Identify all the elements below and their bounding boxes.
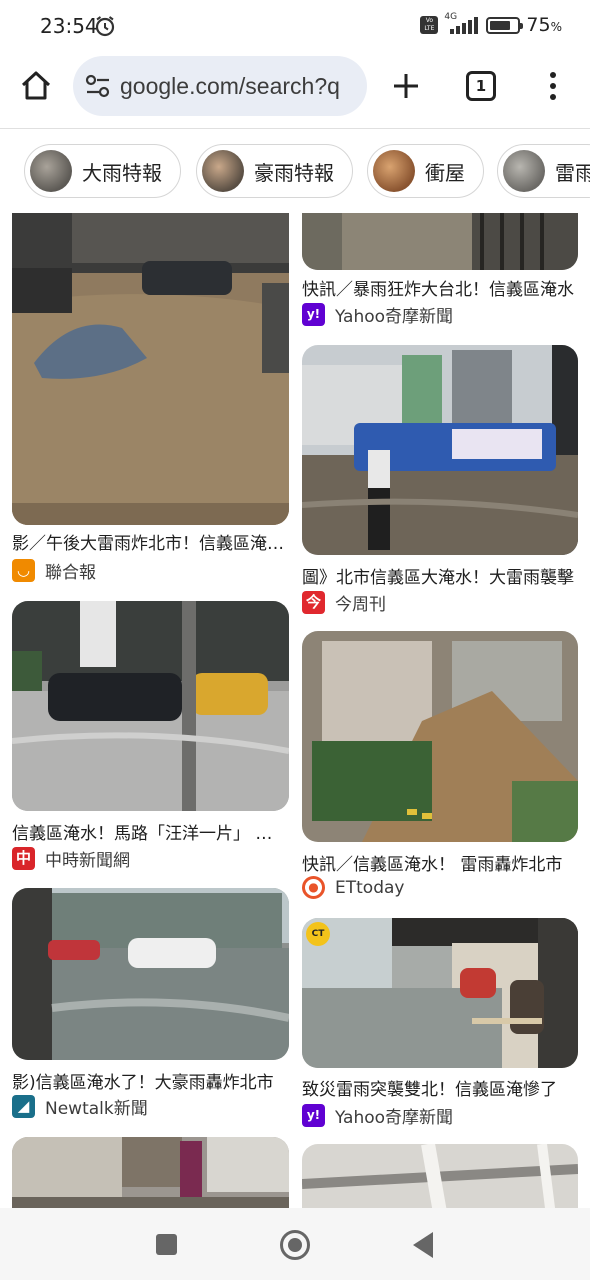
result-image[interactable]	[302, 631, 578, 842]
result-image[interactable]	[302, 345, 578, 555]
yahoo-icon: y!	[302, 1104, 325, 1127]
source-name: 聯合報	[45, 563, 96, 583]
result-image[interactable]	[302, 213, 578, 270]
image-result[interactable]: 快訊／信義區淹水！ 雷雨轟炸北市 ● ETtoday	[302, 631, 578, 903]
chip-label: 雷雨	[555, 160, 590, 185]
yahoo-icon: y!	[302, 303, 325, 326]
chinatimes-icon: 中	[12, 847, 35, 870]
flooded-sidewalk-image	[302, 213, 578, 270]
flooded-intersection-image	[12, 888, 289, 1060]
home-button[interactable]	[280, 1230, 310, 1260]
home-icon[interactable]	[18, 68, 54, 104]
businesstoday-icon: 今	[302, 591, 325, 614]
chip-thunderstorm[interactable]: 雷雨	[497, 144, 590, 198]
url-text[interactable]: google.com/search?q	[120, 73, 340, 100]
result-title[interactable]: 快訊／暴雨狂炸大台北！信義區淹水	[302, 275, 578, 300]
result-image[interactable]	[12, 213, 289, 525]
result-source[interactable]: ● ETtoday	[302, 876, 404, 899]
chip-torrential-rain-warning[interactable]: 豪雨特報	[196, 144, 353, 198]
chip-thumbnail	[202, 150, 244, 192]
source-name: Newtalk新聞	[45, 1099, 148, 1119]
result-title[interactable]: 影)信義區淹水了！大豪雨轟炸北市	[12, 1068, 289, 1093]
result-source[interactable]: ◢ Newtalk新聞	[12, 1094, 148, 1119]
flooded-road-cars-image	[12, 601, 289, 811]
image-result[interactable]: CT 致災雷雨突襲雙北！信義區淹慘了 y! Yahoo奇摩新聞	[302, 918, 578, 1130]
battery-icon	[486, 16, 524, 34]
image-result[interactable]	[12, 1137, 289, 1208]
ceiling-image	[302, 1144, 578, 1208]
chip-thumbnail	[503, 150, 545, 192]
related-search-chips: 大雨特報 豪雨特報 衝屋 雷雨	[0, 129, 590, 213]
source-name: Yahoo奇摩新聞	[335, 307, 454, 327]
result-title[interactable]: 快訊／信義區淹水！ 雷雨轟炸北市	[302, 850, 578, 875]
result-image[interactable]: CT	[302, 918, 578, 1068]
network-type: 4G	[444, 12, 458, 22]
bus-flood-image	[302, 345, 578, 555]
browser-toolbar: google.com/search?q 1	[0, 52, 590, 128]
aerial-street-image	[12, 1137, 289, 1208]
chip-heavy-rain-warning[interactable]: 大雨特報	[24, 144, 181, 198]
back-button[interactable]	[413, 1232, 433, 1258]
new-tab-icon[interactable]	[390, 70, 422, 102]
volte-icon: Vo LTE	[420, 16, 439, 34]
result-title[interactable]: 圖》北市信義區大淹水！大雷雨襲擊	[302, 563, 578, 588]
image-result[interactable]: 信義區淹水！馬路「汪洋一片」 車輛涉水 中 中時新聞網	[12, 601, 289, 871]
system-navigation-bar	[0, 1208, 590, 1280]
source-name: Yahoo奇摩新聞	[335, 1108, 454, 1128]
chip-thumbnail	[373, 150, 415, 192]
result-image[interactable]	[12, 601, 289, 811]
image-result[interactable]: 影／午後大雷雨炸北市！信義區淹水 機車泡水 ◡ 聯合報	[12, 213, 289, 583]
result-title[interactable]: 信義區淹水！馬路「汪洋一片」 車輛涉水	[12, 819, 289, 844]
chip-house[interactable]: 衝屋	[367, 144, 484, 198]
result-source[interactable]: ◡ 聯合報	[12, 558, 96, 583]
result-image[interactable]	[12, 888, 289, 1060]
alarm-icon	[95, 16, 115, 37]
source-name: ETtoday	[335, 877, 405, 898]
chip-label: 衝屋	[425, 160, 465, 185]
udn-icon: ◡	[12, 559, 35, 582]
chip-label: 大雨特報	[82, 160, 162, 185]
result-source[interactable]: 中 中時新聞網	[12, 846, 130, 871]
ettoday-icon: ●	[302, 876, 325, 899]
newtalk-icon: ◢	[12, 1095, 35, 1118]
result-title[interactable]: 影／午後大雷雨炸北市！信義區淹水 機車泡水	[12, 529, 289, 554]
chip-thumbnail	[30, 150, 72, 192]
result-image[interactable]	[302, 1144, 578, 1208]
image-result[interactable]: 影)信義區淹水了！大豪雨轟炸北市 ◢ Newtalk新聞	[12, 888, 289, 1158]
status-bar: 23:54 Vo LTE 4G 75%	[0, 0, 590, 52]
address-bar[interactable]: google.com/search?q	[73, 56, 367, 116]
result-image[interactable]	[12, 1137, 289, 1208]
screen: 23:54 Vo LTE 4G 75% google.com/search?q …	[0, 0, 590, 1280]
ct-badge-icon: CT	[306, 922, 330, 946]
image-result[interactable]	[302, 1144, 578, 1208]
recent-apps-button[interactable]	[156, 1234, 177, 1255]
more-menu-icon[interactable]	[541, 70, 565, 104]
storefront-flood-image	[302, 918, 578, 1068]
result-source[interactable]: 今 今周刊	[302, 590, 386, 615]
result-title[interactable]: 致災雷雨突襲雙北！信義區淹慘了	[302, 1075, 578, 1100]
image-results-grid: 影／午後大雷雨炸北市！信義區淹水 機車泡水 ◡ 聯合報	[0, 213, 590, 1208]
chip-label: 豪雨特報	[254, 160, 334, 185]
result-source[interactable]: y! Yahoo奇摩新聞	[302, 302, 453, 327]
signal-icon: 4G	[444, 12, 480, 35]
source-name: 今周刊	[335, 595, 386, 615]
aerial-flood-image	[302, 631, 578, 842]
image-result[interactable]: 圖》北市信義區大淹水！大雷雨襲擊 今 今周刊	[302, 345, 578, 617]
image-result[interactable]: 快訊／暴雨狂炸大台北！信義區淹水 y! Yahoo奇摩新聞	[302, 213, 578, 327]
source-name: 中時新聞網	[45, 851, 130, 871]
battery-percent: 75%	[526, 14, 562, 36]
flooded-street-image	[12, 213, 289, 525]
tab-switcher-button[interactable]: 1	[466, 71, 496, 101]
site-settings-icon[interactable]	[85, 74, 111, 98]
clock: 23:54	[40, 14, 98, 38]
result-source[interactable]: y! Yahoo奇摩新聞	[302, 1103, 453, 1128]
